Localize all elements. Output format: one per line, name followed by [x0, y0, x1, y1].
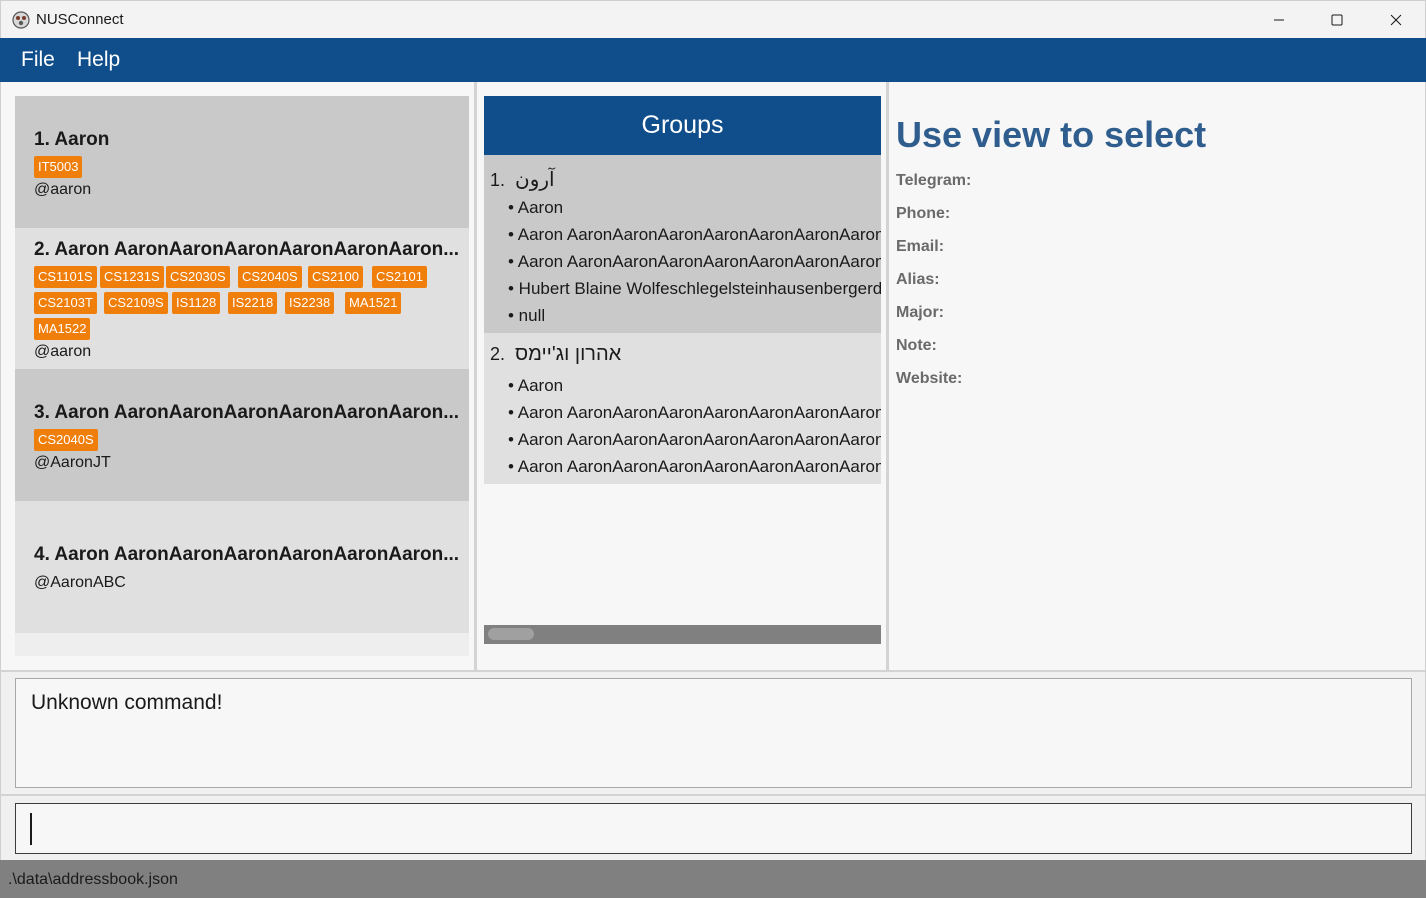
- tag-badge: CS2040S: [238, 266, 302, 288]
- group-name: آرون: [515, 169, 555, 191]
- command-input[interactable]: [15, 803, 1412, 854]
- group-title: 1. آرون: [490, 167, 555, 192]
- tag-badge: CS2101: [372, 266, 427, 288]
- tag-badge: IS2218: [228, 292, 278, 314]
- group-name: אהרון וג'יימס: [515, 343, 622, 365]
- scrollbar-thumb[interactable]: [488, 628, 534, 640]
- group-member: • Aaron: [508, 198, 564, 217]
- title-bar: NUSConnect: [0, 0, 1426, 38]
- tag-badge: CS1101S: [34, 266, 97, 288]
- text-caret: [30, 813, 32, 845]
- tag-badge: IS2238: [285, 292, 335, 314]
- phone-label: Phone:: [896, 205, 951, 222]
- window-title: NUSConnect: [36, 11, 124, 28]
- email-label: Email:: [896, 238, 945, 255]
- person-handle: @AaronABC: [34, 574, 126, 591]
- save-location: .\data\addressbook.json: [8, 871, 178, 888]
- person-card[interactable]: 2. Aaron AaronAaronAaronAaronAaronAaron.…: [15, 228, 469, 369]
- group-card[interactable]: 2. אהרון וג'יימס • Aaron • Aaron AaronAar…: [484, 333, 881, 484]
- menu-help[interactable]: Help: [77, 48, 120, 72]
- close-icon: [1390, 14, 1402, 26]
- person-name: 1. Aaron: [34, 129, 110, 150]
- person-card[interactable]: 4. Aaron AaronAaronAaronAaronAaronAaron.…: [15, 501, 469, 633]
- result-display[interactable]: Unknown command!: [15, 678, 1412, 788]
- tag-badge: CS2100: [308, 266, 363, 288]
- group-member: • Aaron AaronAaronAaronAaronAaronAaronAa…: [508, 225, 881, 244]
- group-member: • Aaron AaronAaronAaronAaronAaronAaronAa…: [508, 457, 881, 476]
- telegram-label: Telegram:: [896, 172, 972, 189]
- major-label: Major:: [896, 304, 944, 321]
- group-member: • Hubert Blaine Wolfeschlegelsteinhausen…: [508, 279, 881, 298]
- close-button[interactable]: [1367, 1, 1425, 39]
- note-label: Note:: [896, 337, 937, 354]
- group-card[interactable]: 1. آرون • Aaron • Aaron AaronAaronAaronAa…: [484, 155, 881, 333]
- group-member: • Aaron AaronAaronAaronAaronAaronAaronAa…: [508, 430, 881, 449]
- groups-header: Groups: [484, 96, 881, 155]
- alias-label: Alias:: [896, 271, 940, 288]
- person-card[interactable]: 1. Aaron IT5003 @aaron: [15, 96, 469, 228]
- person-list[interactable]: 1. Aaron IT5003 @aaron 2. Aaron AaronAar…: [15, 96, 469, 656]
- status-bar: .\data\addressbook.json: [0, 860, 1426, 898]
- person-name: 3. Aaron AaronAaronAaronAaronAaronAaron.…: [34, 402, 460, 423]
- menu-file[interactable]: File: [21, 48, 55, 72]
- maximize-button[interactable]: [1308, 1, 1366, 39]
- person-name: 4. Aaron AaronAaronAaronAaronAaronAaron.…: [34, 544, 460, 565]
- detail-title: Use view to select: [896, 114, 1207, 155]
- groups-panel[interactable]: Groups 1. آرون • Aaron • Aaron AaronAaron…: [484, 96, 881, 644]
- tag-badge: MA1522: [34, 318, 91, 340]
- tag-badge: IT5003: [34, 156, 83, 178]
- horizontal-scrollbar[interactable]: [484, 625, 881, 644]
- person-handle: @aaron: [34, 343, 92, 360]
- website-label: Website:: [896, 370, 963, 387]
- person-card[interactable]: 3. Aaron AaronAaronAaronAaronAaronAaron.…: [15, 369, 469, 501]
- person-handle: @aaron: [34, 181, 92, 198]
- maximize-icon: [1331, 14, 1343, 26]
- tag-badge: CS2040S: [34, 429, 98, 451]
- person-name: 2. Aaron AaronAaronAaronAaronAaronAaron.…: [34, 239, 460, 260]
- group-member: • null: [508, 306, 546, 325]
- person-handle: @AaronJT: [34, 454, 111, 471]
- panel-divider[interactable]: [474, 82, 477, 670]
- tag-badge: CS2030S: [166, 266, 230, 288]
- tag-badge: MA1521: [345, 292, 402, 314]
- group-number: 1.: [490, 170, 506, 190]
- panel-divider[interactable]: [886, 82, 889, 670]
- minimize-icon: [1274, 19, 1284, 21]
- result-message: Unknown command!: [31, 691, 223, 714]
- menu-bar: File Help: [0, 38, 1426, 82]
- app-icon: [12, 11, 30, 29]
- tag-badge: CS2103T: [34, 292, 97, 314]
- group-number: 2.: [490, 344, 506, 364]
- tag-badge: CS1231S: [100, 266, 164, 288]
- minimize-button[interactable]: [1250, 1, 1308, 39]
- group-member: • Aaron AaronAaronAaronAaronAaronAaronAa…: [508, 252, 881, 271]
- tag-badge: IS1128: [172, 292, 221, 314]
- group-title: 2. אהרון וג'יימס: [490, 343, 621, 366]
- group-member: • Aaron AaronAaronAaronAaronAaronAaronAa…: [508, 403, 881, 422]
- group-member: • Aaron: [508, 376, 564, 395]
- tag-badge: CS2109S: [104, 292, 168, 314]
